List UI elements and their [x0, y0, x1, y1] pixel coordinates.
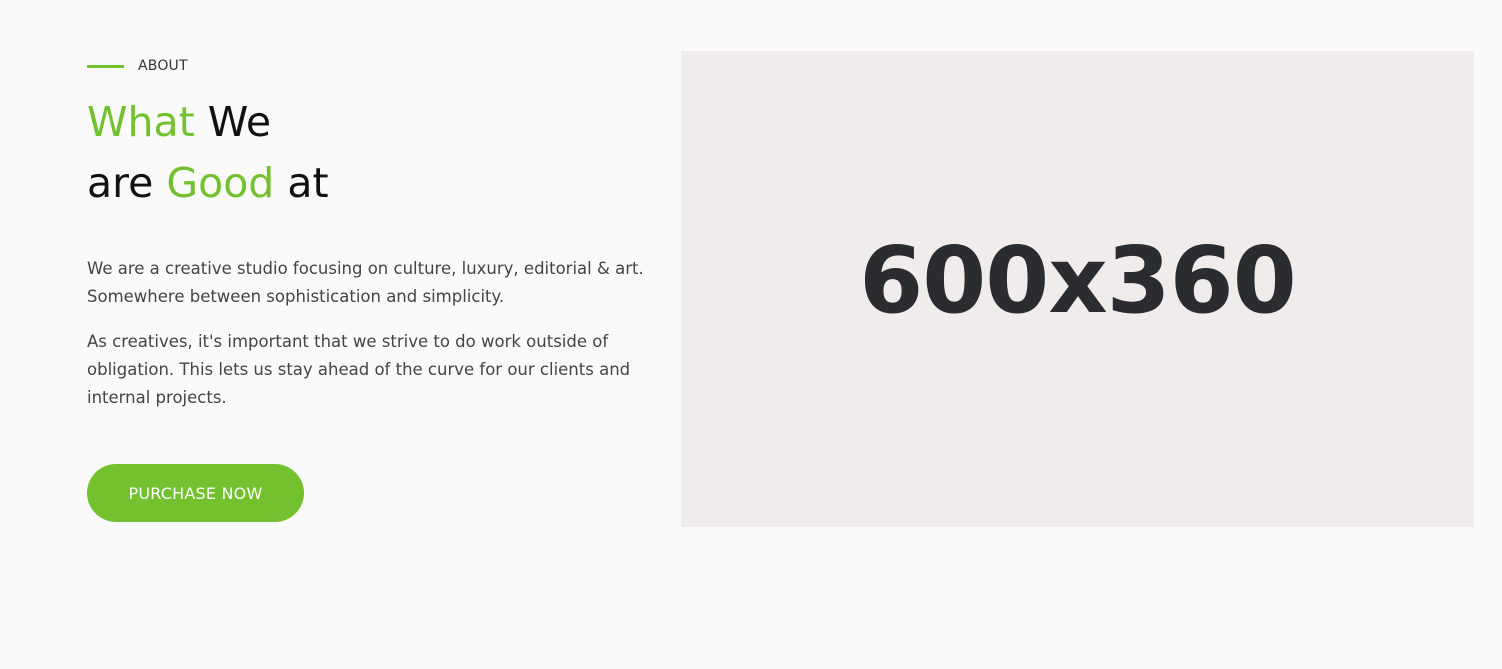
- heading-word-we: We: [207, 98, 272, 146]
- image-placeholder: 600x360: [681, 51, 1474, 527]
- heading-accent-good: Good: [166, 159, 275, 207]
- heading-line-1: What We: [87, 92, 329, 153]
- heading-word-are: are: [87, 159, 154, 207]
- about-paragraph-1: We are a creative studio focusing on cul…: [87, 259, 644, 306]
- heading-word-at: at: [287, 159, 329, 207]
- purchase-now-button[interactable]: PURCHASE NOW: [87, 464, 304, 522]
- accent-divider-line: [87, 64, 124, 68]
- section-heading: What We are Good at: [87, 92, 329, 214]
- section-eyebrow: ABOUT: [87, 57, 188, 75]
- placeholder-dimensions-text: 600x360: [859, 226, 1296, 334]
- heading-line-2: are Good at: [87, 153, 329, 214]
- about-paragraph-2: As creatives, it's important that we str…: [87, 332, 631, 407]
- heading-accent-what: What: [87, 98, 195, 146]
- eyebrow-label: ABOUT: [138, 58, 188, 74]
